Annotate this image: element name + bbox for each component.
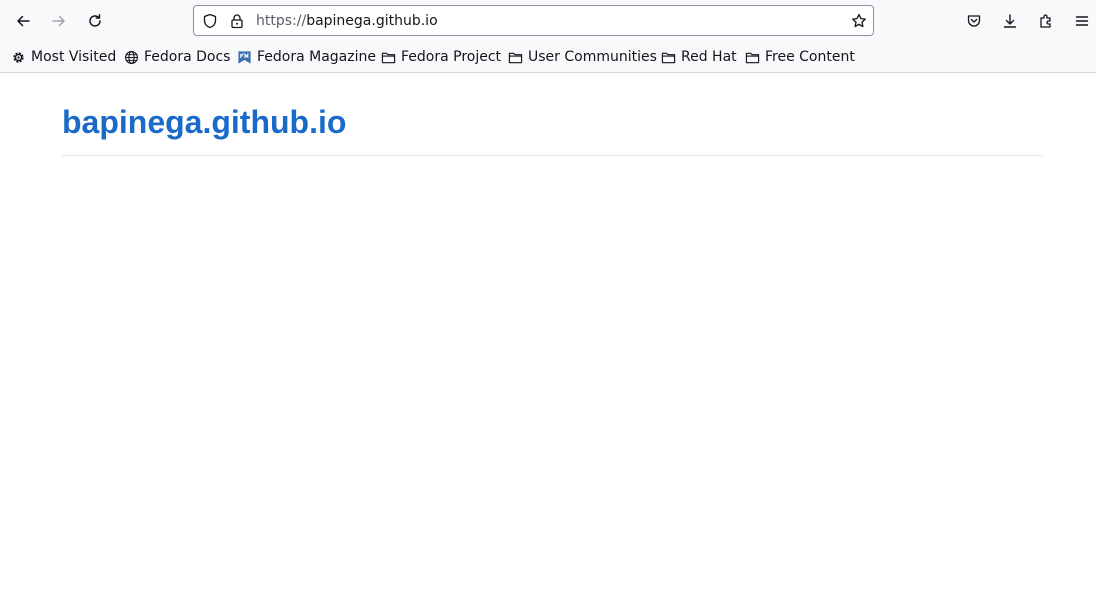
- bookmark-fedora-docs[interactable]: Fedora Docs: [124, 46, 230, 68]
- bookmark-folder-fedora-project[interactable]: Fedora Project: [381, 46, 501, 68]
- hamburger-menu-icon: [1075, 16, 1089, 26]
- arrow-right-icon: [52, 15, 65, 27]
- bookmark-folder-red-hat[interactable]: Red Hat: [661, 46, 737, 68]
- header-divider: [62, 155, 1043, 156]
- navigation-toolbar: https://bapinega.github.io: [0, 0, 1096, 42]
- gear-icon: [13, 51, 24, 63]
- url-host: bapinega.github.io: [306, 13, 438, 29]
- tracking-protection-shield-icon[interactable]: [202, 13, 218, 29]
- bookmark-star-icon[interactable]: [851, 13, 867, 29]
- bookmark-fedora-magazine[interactable]: Fedora Magazine: [237, 46, 376, 68]
- pocket-button[interactable]: [960, 7, 988, 35]
- extensions-button[interactable]: [1032, 7, 1060, 35]
- bookmarks-toolbar: Most Visited Fedora Docs Fedora Magazine…: [0, 44, 1096, 70]
- folder-icon: [745, 52, 760, 63]
- back-button[interactable]: [9, 7, 37, 35]
- site-title-link[interactable]: bapinega.github.io: [62, 100, 346, 144]
- folder-icon: [508, 52, 523, 63]
- bookmark-label: Fedora Magazine: [257, 49, 376, 65]
- arrow-left-icon: [17, 15, 30, 27]
- globe-icon: [125, 50, 138, 64]
- bookmark-label: Fedora Project: [401, 49, 502, 65]
- folder-icon: [381, 52, 396, 63]
- download-icon: [1003, 14, 1017, 28]
- url-scheme: https://: [256, 13, 307, 29]
- bookmark-most-visited[interactable]: Most Visited: [11, 46, 116, 68]
- fedora-magazine-icon: [238, 50, 251, 64]
- bookmark-folder-user-communities[interactable]: User Communities: [508, 46, 657, 68]
- app-menu-button[interactable]: [1068, 7, 1096, 35]
- bookmark-label: Most Visited: [31, 49, 117, 65]
- bookmark-folder-free-content[interactable]: Free Content: [745, 46, 855, 68]
- bookmark-label: Red Hat: [681, 49, 737, 65]
- bookmark-label: User Communities: [528, 49, 657, 65]
- address-bar[interactable]: https://bapinega.github.io: [193, 5, 874, 36]
- downloads-button[interactable]: [996, 7, 1024, 35]
- pocket-icon: [967, 15, 981, 27]
- reload-icon: [89, 14, 101, 27]
- bookmark-label: Free Content: [765, 49, 855, 65]
- url-text[interactable]: https://bapinega.github.io: [256, 12, 438, 30]
- browser-chrome: https://bapinega.github.io Most Visited …: [0, 0, 1096, 73]
- forward-button[interactable]: [45, 7, 73, 35]
- reload-button[interactable]: [81, 7, 109, 35]
- puzzle-piece-icon: [1040, 14, 1051, 28]
- bookmark-label: Fedora Docs: [144, 49, 231, 65]
- lock-icon[interactable]: [229, 13, 245, 29]
- folder-icon: [661, 52, 676, 63]
